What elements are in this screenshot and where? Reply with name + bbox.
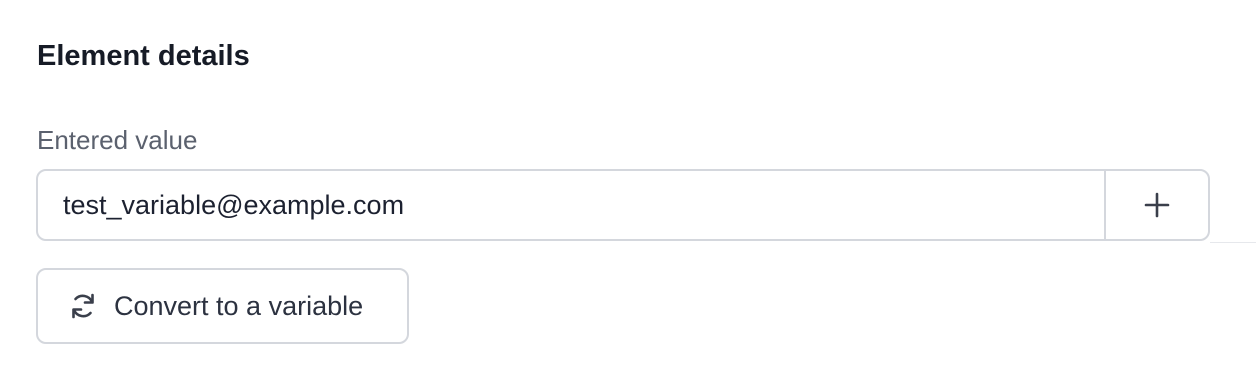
divider <box>1210 242 1256 243</box>
entered-value-input[interactable] <box>38 171 1104 239</box>
element-details-panel: Element details Entered value Convert to… <box>0 0 1256 374</box>
convert-button-label: Convert to a variable <box>114 290 364 321</box>
convert-to-variable-button[interactable]: Convert to a variable <box>36 268 409 344</box>
entered-value-input-group <box>36 169 1210 241</box>
entered-value-label: Entered value <box>37 125 198 155</box>
add-button[interactable] <box>1104 171 1208 239</box>
plus-icon <box>1144 192 1170 218</box>
refresh-icon <box>66 289 100 323</box>
section-title: Element details <box>37 40 250 72</box>
